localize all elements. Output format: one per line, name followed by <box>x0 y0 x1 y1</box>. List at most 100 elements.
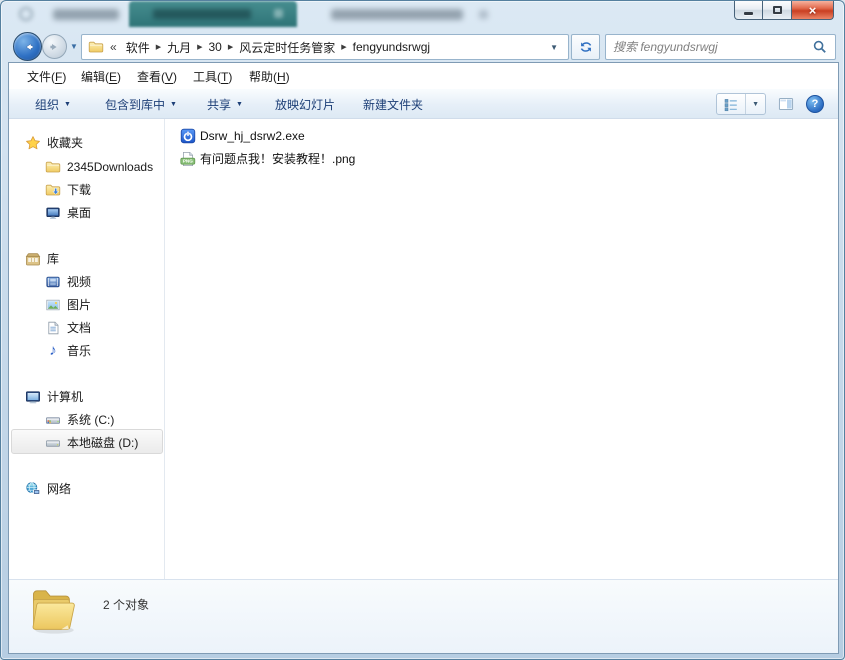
views-dropdown-button[interactable]: ▼ <box>746 101 765 108</box>
sidebar-item-music[interactable]: ♪ 音乐 <box>45 340 91 361</box>
sidebar-section-favorites[interactable]: 收藏夹 <box>25 132 83 153</box>
preview-pane-button[interactable] <box>778 96 794 112</box>
file-name: 有问题点我！安装教程！.png <box>200 150 355 167</box>
command-toolbar: 组织▼ 包含到库中▼ 共享▼ 放映幻灯片 新建文件夹 ▼ ? <box>9 89 838 119</box>
file-item-png[interactable]: PNG 有问题点我！安装教程！.png <box>180 150 355 167</box>
blurred-tab-title-text <box>331 9 463 20</box>
system-drive-icon <box>45 412 61 428</box>
chevron-down-icon: ▼ <box>64 101 71 108</box>
star-icon <box>25 135 41 151</box>
include-in-library-button[interactable]: 包含到库中▼ <box>105 96 177 113</box>
sidebar-item-videos[interactable]: 视频 <box>45 271 91 292</box>
sidebar-item-pictures[interactable]: 图片 <box>45 294 91 315</box>
share-button[interactable]: 共享▼ <box>207 96 243 113</box>
breadcrumb-separator-icon[interactable]: ▶ <box>155 43 162 51</box>
search-icon[interactable] <box>812 39 828 55</box>
sidebar-section-network[interactable]: 网络 <box>25 478 71 499</box>
file-item-exe[interactable]: Dsrw_hj_dsrw2.exe <box>180 128 305 144</box>
blurred-tab-text <box>153 9 251 19</box>
desktop-icon <box>45 205 61 221</box>
minimize-button[interactable] <box>734 1 763 20</box>
chevron-down-icon: ▼ <box>236 101 243 108</box>
close-button[interactable]: × <box>791 1 834 20</box>
breadcrumb-overflow-chevron[interactable]: « <box>104 40 121 54</box>
recent-pages-dropdown[interactable]: ▼ <box>70 42 78 51</box>
search-box <box>605 34 836 60</box>
blurred-app-icon <box>19 7 33 21</box>
breadcrumb-item-fengyundsrwgj[interactable]: fengyundsrwgj <box>348 40 435 54</box>
computer-icon <box>25 389 41 405</box>
sidebar-item-2345downloads[interactable]: 2345Downloads <box>45 156 153 177</box>
blurred-title-text <box>53 9 119 20</box>
back-arrow-icon <box>20 39 36 55</box>
breadcrumb-item-fengyun-task-manager[interactable]: 风云定时任务管家 <box>234 39 340 56</box>
downloads-folder-icon <box>45 182 61 198</box>
search-input[interactable] <box>613 40 812 54</box>
new-folder-button[interactable]: 新建文件夹 <box>363 96 423 113</box>
exe-power-icon <box>180 128 196 144</box>
explorer-window: × ▼ « 软件 ▶ 九月 ▶ 30 ▶ 风云定时任务管家 ▶ fengyund… <box>0 0 845 660</box>
sidebar-item-system-drive-c[interactable]: 系统 (C:) <box>45 409 114 430</box>
menu-bar: 文件(F) 编辑(E) 查看(V) 工具(T) 帮助(H) <box>9 63 838 89</box>
folder-icon <box>45 159 61 175</box>
slideshow-button[interactable]: 放映幻灯片 <box>275 96 335 113</box>
png-file-icon: PNG <box>180 151 196 167</box>
question-mark-icon: ? <box>812 98 819 110</box>
maximize-icon <box>773 6 782 14</box>
chevron-down-icon: ▼ <box>170 101 177 108</box>
help-button[interactable]: ? <box>806 95 824 113</box>
file-list: Dsrw_hj_dsrw2.exe PNG 有问题点我！安装教程！.png <box>166 119 838 579</box>
forward-arrow-icon <box>47 39 63 55</box>
local-drive-icon <box>45 435 61 451</box>
blurred-small-mark <box>479 10 488 19</box>
views-grid-icon <box>723 97 739 113</box>
music-note-icon: ♪ <box>45 343 61 359</box>
refresh-icon <box>578 39 594 55</box>
back-button[interactable] <box>13 32 42 61</box>
minimize-icon <box>744 12 753 15</box>
organize-button[interactable]: 组织▼ <box>35 96 71 113</box>
videos-icon <box>45 274 61 290</box>
sidebar-item-documents[interactable]: 文档 <box>45 317 91 338</box>
menu-file[interactable]: 文件(F) <box>27 68 66 85</box>
maximize-button[interactable] <box>763 1 791 20</box>
menu-edit[interactable]: 编辑(E) <box>81 68 121 85</box>
navigation-pane: 收藏夹 2345Downloads 下载 桌面 库 视频 <box>9 119 165 579</box>
menu-help[interactable]: 帮助(H) <box>249 68 290 85</box>
file-name: Dsrw_hj_dsrw2.exe <box>200 129 305 143</box>
breadcrumb-separator-icon[interactable]: ▶ <box>196 43 203 51</box>
libraries-icon <box>25 251 41 267</box>
breadcrumb-item-software[interactable]: 软件 <box>121 39 155 56</box>
close-icon: × <box>809 3 817 18</box>
sidebar-item-downloads[interactable]: 下载 <box>45 179 91 200</box>
toolbar-right-group: ▼ ? <box>716 93 824 115</box>
item-count-label: 2 个对象 <box>103 596 149 613</box>
breadcrumb-item-september[interactable]: 九月 <box>162 39 196 56</box>
sidebar-item-desktop[interactable]: 桌面 <box>45 202 91 223</box>
png-badge-label: PNG <box>183 158 193 163</box>
main-area: 收藏夹 2345Downloads 下载 桌面 库 视频 <box>9 119 838 579</box>
pictures-icon <box>45 297 61 313</box>
network-icon <box>25 481 41 497</box>
breadcrumb-item-30[interactable]: 30 <box>204 40 227 54</box>
menu-tools[interactable]: 工具(T) <box>193 68 232 85</box>
folder-icon <box>88 39 104 55</box>
refresh-button[interactable] <box>571 34 600 60</box>
details-pane: 2 个对象 <box>9 579 838 653</box>
address-bar[interactable]: « 软件 ▶ 九月 ▶ 30 ▶ 风云定时任务管家 ▶ fengyundsrwg… <box>81 34 569 60</box>
views-split-button: ▼ <box>716 93 766 115</box>
sidebar-section-libraries[interactable]: 库 <box>25 248 59 269</box>
sidebar-section-computer[interactable]: 计算机 <box>25 386 83 407</box>
sidebar-item-local-disk-d[interactable]: 本地磁盘 (D:) <box>45 432 138 453</box>
breadcrumb-separator-icon[interactable]: ▶ <box>227 43 234 51</box>
change-view-button[interactable] <box>717 94 746 114</box>
address-dropdown-icon[interactable]: ▼ <box>546 43 562 52</box>
folder-large-icon <box>23 582 79 638</box>
documents-icon <box>45 320 61 336</box>
forward-button[interactable] <box>42 34 67 59</box>
menu-view[interactable]: 查看(V) <box>137 68 177 85</box>
background-browser-tab <box>129 1 297 27</box>
blurred-tab-close <box>274 9 283 18</box>
window-controls: × <box>734 1 834 20</box>
breadcrumb-separator-icon[interactable]: ▶ <box>340 43 347 51</box>
